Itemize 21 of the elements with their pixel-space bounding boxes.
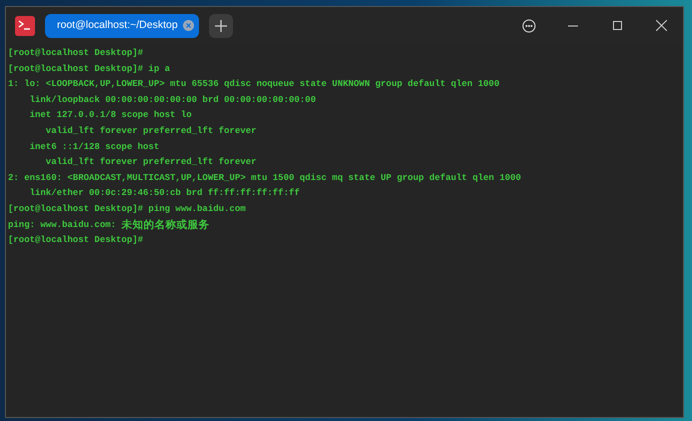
terminal-line: link/loopback 00:00:00:00:00:00 brd 00:00:00:00:00:00 <box>28 94 316 107</box>
minimize-icon <box>568 24 578 26</box>
maximize-icon <box>612 21 622 30</box>
terminal-line: 2: ens160: <BROADCAST,MULTICAST,UP,LOWER_UP> mtu 1500 qdisc mq state UP group default qlen 1000 <box>8 172 522 185</box>
terminal-line: [root@localhost Desktop]# <box>8 234 144 248</box>
terminal-app-icon <box>15 16 35 36</box>
terminal-line: valid_lft forever preferred_lft forever <box>44 124 256 138</box>
terminal-line: link/ether 00:0c:29:46:50:cb brd ff:ff:ff:ff:ff:ff <box>28 187 300 200</box>
more-icon <box>522 18 536 32</box>
terminal-line: [root@localhost Desktop]# ip a <box>8 62 170 76</box>
terminal-line: [root@localhost Desktop]# <box>8 47 144 60</box>
terminal-line: valid_lft forever preferred_lft forever <box>44 156 256 170</box>
terminal-line: 1: lo: <LOOPBACK,UP,LOWER_UP> mtu 65536 qdisc noqueue state UNKNOWN group default qlen 1000 <box>8 78 500 92</box>
terminal-line: inet6 ::1/128 scope host <box>28 140 160 154</box>
terminal-line: inet 127.0.0.1/8 scope host lo <box>28 109 192 122</box>
terminal-line: ping: www.baidu.com: 未知的名称或服务 <box>8 218 210 233</box>
new-tab-button[interactable] <box>209 14 233 38</box>
terminal-tab[interactable]: root@localhost:~/Desktop <box>45 14 199 38</box>
close-icon <box>656 20 666 31</box>
terminal-line: [root@localhost Desktop]# ping www.baidu.com <box>8 202 246 216</box>
plus-icon <box>215 20 227 32</box>
